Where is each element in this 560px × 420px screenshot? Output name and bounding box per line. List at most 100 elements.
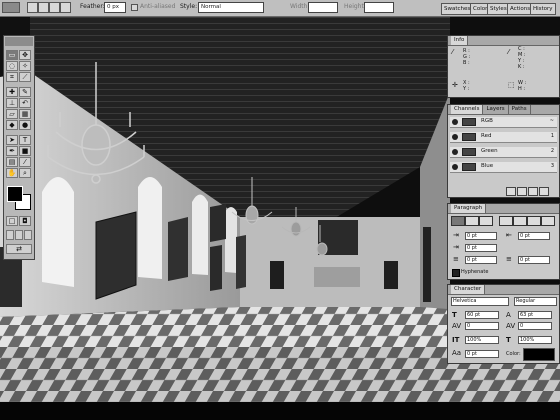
justify-left-icon[interactable] <box>499 216 513 226</box>
text-color-swatch[interactable] <box>523 348 555 361</box>
magic-wand-tool-icon[interactable]: ✧ <box>19 61 31 71</box>
tab-channels[interactable]: Channels <box>451 105 484 114</box>
font-family-select[interactable]: Helvetica <box>451 297 509 306</box>
channel-row-green[interactable]: Green 2 <box>450 147 557 158</box>
baseline-shift-field[interactable]: 0 pt <box>465 350 499 358</box>
channel-name: Green <box>481 148 498 154</box>
visibility-eye-icon[interactable] <box>452 164 458 170</box>
style-label: Style: <box>180 3 198 10</box>
toolbox-header[interactable] <box>5 37 33 46</box>
lasso-tool-icon[interactable]: ◌ <box>6 61 18 71</box>
info-panel-title[interactable]: Info <box>448 36 559 46</box>
eyedropper-icon: ⁄ <box>452 48 454 56</box>
vertical-scale-icon: IT <box>452 336 460 344</box>
intersect-selection-icon[interactable] <box>60 2 71 13</box>
save-selection-icon[interactable] <box>517 187 527 196</box>
tab-swatches[interactable]: Swatches <box>441 3 474 15</box>
dodge-tool-icon[interactable]: ● <box>19 120 31 130</box>
height-field[interactable] <box>364 2 394 13</box>
font-style-select[interactable]: Regular <box>514 297 557 306</box>
trash-icon[interactable] <box>539 187 549 196</box>
blur-tool-icon[interactable]: ◆ <box>6 120 18 130</box>
zoom-tool-icon[interactable]: ⌕ <box>19 168 31 178</box>
kerning-field[interactable]: 0 <box>465 322 499 330</box>
eyedropper-tool-icon[interactable]: ⁄ <box>19 157 31 167</box>
healing-brush-icon[interactable]: ✚ <box>6 87 18 97</box>
tab-layers[interactable]: Layers <box>483 105 509 114</box>
tab-paths[interactable]: Paths <box>509 105 531 114</box>
type-tool-icon[interactable]: T <box>19 135 31 145</box>
move-tool-icon[interactable]: ✥ <box>19 50 31 60</box>
baseline-shift-icon: Aa <box>452 349 462 357</box>
space-after-field[interactable]: 0 pt <box>518 256 550 264</box>
justify-all-icon[interactable] <box>541 216 555 226</box>
tracking-field[interactable]: 0 <box>518 322 552 330</box>
feather-field[interactable]: 0 px <box>104 2 126 13</box>
new-selection-icon[interactable] <box>27 2 38 13</box>
indent-left-field[interactable]: 0 pt <box>465 232 497 240</box>
info-y-coord-label: Y : <box>463 86 470 92</box>
align-left-icon[interactable] <box>451 216 465 226</box>
paragraph-panel: Paragraph ⇥ 0 pt ⇤ 0 pt ⇥ 0 pt ≡ 0 pt ≡ … <box>447 203 560 280</box>
indent-first-line-field[interactable]: 0 pt <box>465 244 497 252</box>
notes-tool-icon[interactable]: ▤ <box>6 157 18 167</box>
crop-tool-icon[interactable]: ⌗ <box>6 72 18 82</box>
align-right-icon[interactable] <box>479 216 493 226</box>
channel-row-blue[interactable]: Blue 3 <box>450 162 557 173</box>
clone-stamp-icon[interactable]: ⊥ <box>6 98 18 108</box>
justify-center-icon[interactable] <box>513 216 527 226</box>
path-select-icon[interactable]: ➤ <box>6 135 18 145</box>
pen-tool-icon[interactable]: ✒ <box>6 146 18 156</box>
info-panel: Info ⁄ R : G : B : ⁄ C : M : Y : K : ✛ X… <box>447 35 560 98</box>
marquee-tool-icon[interactable]: ▭ <box>6 50 18 60</box>
character-panel-title[interactable]: Character <box>448 285 559 295</box>
load-selection-icon[interactable] <box>506 187 516 196</box>
tool-preset-picker[interactable] <box>2 2 20 13</box>
foreground-color-swatch-top[interactable] <box>7 186 23 202</box>
indent-right-field[interactable]: 0 pt <box>518 232 550 240</box>
feather-label: Feather: <box>80 3 105 10</box>
subtract-selection-icon[interactable] <box>49 2 60 13</box>
standard-mode-icon[interactable]: □ <box>6 216 18 226</box>
screen-mode-standard-icon[interactable] <box>6 230 14 240</box>
jump-to-imageready-icon[interactable]: ⇄ <box>6 244 32 254</box>
add-selection-icon[interactable] <box>38 2 49 13</box>
visibility-eye-icon[interactable] <box>452 134 458 140</box>
space-before-field[interactable]: 0 pt <box>465 256 497 264</box>
hand-tool-icon[interactable]: ✋ <box>6 168 18 178</box>
tab-history[interactable]: History <box>530 3 556 15</box>
horizontal-scale-field[interactable]: 100% <box>518 336 552 344</box>
history-brush-icon[interactable]: ↶ <box>19 98 31 108</box>
indent-right-icon: ⇤ <box>506 231 512 239</box>
new-channel-icon[interactable] <box>528 187 538 196</box>
align-center-icon[interactable] <box>465 216 479 226</box>
channel-row-rgb[interactable]: RGB ~ <box>450 117 557 128</box>
leading-field[interactable]: 63 pt <box>518 311 552 319</box>
shape-tool-icon[interactable]: ■ <box>19 146 31 156</box>
paragraph-panel-title[interactable]: Paragraph <box>448 204 559 214</box>
font-size-icon: T <box>452 311 457 319</box>
channel-name: Blue <box>481 163 494 169</box>
gradient-tool-icon[interactable]: ▦ <box>19 109 31 119</box>
font-size-field[interactable]: 60 pt <box>465 311 499 319</box>
antialiased-checkbox[interactable] <box>131 4 138 11</box>
channel-name: RGB <box>481 118 493 124</box>
hyphenate-checkbox[interactable] <box>452 269 460 277</box>
character-panel: Character Helvetica Regular T 60 pt A 63… <box>447 284 560 364</box>
slice-tool-icon[interactable]: ⟋ <box>19 72 31 82</box>
visibility-eye-icon[interactable] <box>452 149 458 155</box>
brush-tool-icon[interactable]: ✎ <box>19 87 31 97</box>
screen-mode-full-icon[interactable] <box>24 230 32 240</box>
eyedropper-cmyk-icon: ⁄ <box>508 48 510 56</box>
channel-row-red[interactable]: Red 1 <box>450 132 557 143</box>
screen-mode-full-menu-icon[interactable] <box>15 230 23 240</box>
channel-shortcut: 2 <box>550 148 554 154</box>
quickmask-mode-icon[interactable]: ◘ <box>19 216 31 226</box>
eraser-tool-icon[interactable]: ▱ <box>6 109 18 119</box>
channel-thumbnail <box>462 133 476 141</box>
justify-right-icon[interactable] <box>527 216 541 226</box>
width-field[interactable] <box>308 2 338 13</box>
style-select[interactable]: Normal <box>198 2 264 13</box>
vertical-scale-field[interactable]: 100% <box>465 336 499 344</box>
visibility-eye-icon[interactable] <box>452 119 458 125</box>
